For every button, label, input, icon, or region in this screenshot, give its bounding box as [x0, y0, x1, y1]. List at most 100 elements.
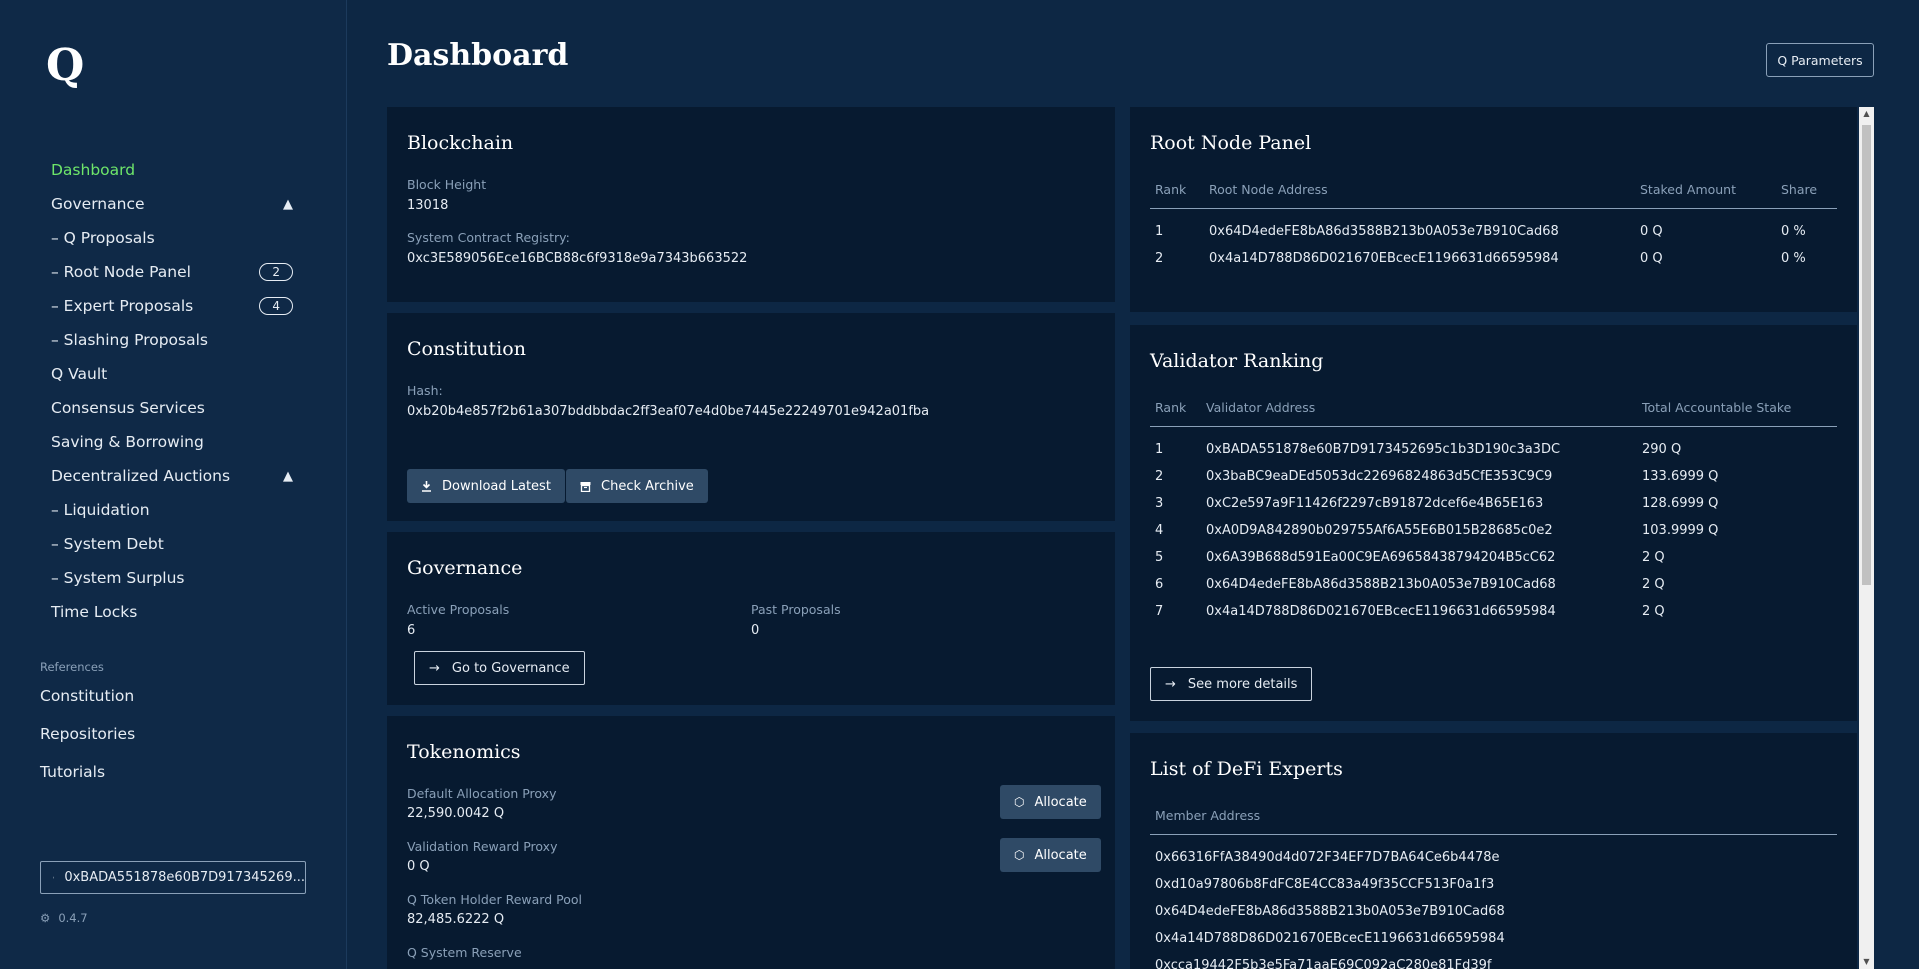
- button-label: Download Latest: [442, 478, 551, 494]
- count-badge: 2: [259, 263, 293, 281]
- nav-liquidation[interactable]: – Liquidation: [0, 493, 347, 527]
- nav-label: Decentralized Auctions: [51, 467, 231, 485]
- cell-address[interactable]: 0xA0D9A842890b029755Af6A55E6B015B28685c0…: [1201, 517, 1637, 544]
- button-label: Allocate: [1034, 847, 1087, 863]
- scroll-down-arrow-icon[interactable]: ▼: [1859, 955, 1874, 969]
- nav-label: Consensus Services: [51, 399, 205, 417]
- cell-address[interactable]: 0x64D4edeFE8bA86d3588B213b0A053e7B910Cad…: [1201, 571, 1637, 598]
- nav-label: – Liquidation: [51, 501, 150, 519]
- table-row: 0x66316FfA38490d4d072F34EF7D7BA64Ce6b447…: [1150, 834, 1837, 871]
- nav-root-node-panel[interactable]: – Root Node Panel 2: [0, 255, 347, 289]
- nav-consensus-services[interactable]: Consensus Services: [0, 391, 347, 425]
- nav-label: – System Debt: [51, 535, 164, 553]
- past-proposals-label: Past Proposals: [751, 602, 841, 617]
- governance-card: Governance Active Proposals 6 Past Propo…: [387, 532, 1115, 705]
- cell-address[interactable]: 0x4a14D788D86D021670EBcecE1196631d665959…: [1150, 925, 1837, 952]
- cell-address[interactable]: 0xBADA551878e60B7D9173452695c1b3D190c3a3…: [1201, 426, 1637, 463]
- button-label: Go to Governance: [451, 660, 570, 676]
- active-proposals-label: Active Proposals: [407, 602, 510, 617]
- ref-link-repositories[interactable]: Repositories: [0, 715, 347, 753]
- download-icon: [422, 480, 431, 492]
- cell-stake: 2 Q: [1642, 550, 1665, 565]
- cell-address[interactable]: 0xcca19442F5b3e5Fa71aaE69C092aC280e81Fd3…: [1150, 952, 1837, 969]
- nav-label: Saving & Borrowing: [51, 433, 204, 451]
- table-row: 0xcca19442F5b3e5Fa71aaE69C092aC280e81Fd3…: [1150, 952, 1837, 969]
- cell-address[interactable]: 0x66316FfA38490d4d072F34EF7D7BA64Ce6b447…: [1150, 834, 1837, 871]
- chevron-up-icon[interactable]: ▲: [283, 469, 293, 484]
- count-badge: 4: [259, 297, 293, 315]
- allocate-button[interactable]: ⬡ Allocate: [1000, 838, 1101, 872]
- nav-system-surplus[interactable]: – System Surplus: [0, 561, 347, 595]
- gear-icon: ⚙: [40, 911, 51, 925]
- nav-slashing-proposals[interactable]: – Slashing Proposals: [0, 323, 347, 357]
- experts-table: Member Address 0x66316FfA38490d4d072F34E…: [1150, 797, 1837, 969]
- nav-saving-borrowing[interactable]: Saving & Borrowing: [0, 425, 347, 459]
- nav-decentralized-auctions[interactable]: Decentralized Auctions ▲: [0, 459, 347, 493]
- cell-address[interactable]: 0x64D4edeFE8bA86d3588B213b0A053e7B910Cad…: [1204, 208, 1635, 245]
- nav-label: – Q Proposals: [51, 229, 155, 247]
- validator-ranking-card: Validator Ranking Rank Validator Address…: [1130, 325, 1857, 721]
- reference-links: Constitution Repositories Tutorials: [0, 677, 347, 791]
- cell-rank: 2: [1155, 469, 1164, 484]
- cell-address[interactable]: 0xC2e597a9F11426f2297cB91872dcef6e4B65E1…: [1201, 490, 1637, 517]
- col-header: Rank: [1150, 389, 1201, 427]
- card-title: Blockchain: [407, 132, 514, 154]
- nav-expert-proposals[interactable]: – Expert Proposals 4: [0, 289, 347, 323]
- nav-dashboard[interactable]: Dashboard: [0, 153, 347, 187]
- cell-address[interactable]: 0x4a14D788D86D021670EBcecE1196631d665959…: [1204, 245, 1635, 272]
- table-header-row: Rank Validator Address Total Accountable…: [1150, 389, 1837, 427]
- download-latest-button[interactable]: Download Latest: [407, 469, 565, 503]
- cell-share: 0 %: [1781, 224, 1806, 240]
- blockchain-card: Blockchain Block Height 13018 System Con…: [387, 107, 1115, 302]
- nav-time-locks[interactable]: Time Locks: [0, 595, 347, 629]
- token-item-value: 82,485.6222 Q: [407, 912, 505, 927]
- col-header: Root Node Address: [1204, 171, 1635, 209]
- cell-address[interactable]: 0x3baBC9eaDEd5053dc22696824863d5CfE353C9…: [1201, 463, 1637, 490]
- card-title: Validator Ranking: [1150, 350, 1324, 372]
- table-row: 3 0xC2e597a9F11426f2297cB91872dcef6e4B65E…: [1150, 490, 1837, 517]
- nav-q-vault[interactable]: Q Vault: [0, 357, 347, 391]
- references-label: References: [40, 660, 104, 674]
- table-row: 2 0x4a14D788D86D021670EBcecE1196631d6659…: [1150, 245, 1837, 272]
- ref-link-constitution[interactable]: Constitution: [0, 677, 347, 715]
- wallet-address: 0xBADA551878e60B7D917345269...: [64, 870, 305, 885]
- main-scrollbar[interactable]: ▲ ▼: [1859, 107, 1874, 969]
- nav-label: – Expert Proposals: [51, 297, 194, 315]
- cell-staked: 0 Q: [1640, 224, 1663, 240]
- cell-stake: 2 Q: [1642, 604, 1665, 619]
- nav-governance[interactable]: Governance ▲: [0, 187, 347, 221]
- archive-icon: [580, 481, 591, 492]
- cell-address[interactable]: 0x6A39B688d591Ea00C9EA69658438794204B5cC…: [1201, 544, 1637, 571]
- cell-address[interactable]: 0x64D4edeFE8bA86d3588B213b0A053e7B910Cad…: [1150, 898, 1837, 925]
- cell-rank: 3: [1155, 496, 1164, 511]
- col-header: Total Accountable Stake: [1637, 389, 1837, 427]
- hash-value: 0xb20b4e857f2b61a307bddbbdac2ff3eaf07e4d…: [407, 404, 930, 419]
- table-row: 0x64D4edeFE8bA86d3588B213b0A053e7B910Cad…: [1150, 898, 1837, 925]
- cell-address[interactable]: 0x4a14D788D86D021670EBcecE1196631d665959…: [1201, 598, 1637, 625]
- scroll-up-arrow-icon[interactable]: ▲: [1859, 107, 1874, 121]
- nav-q-proposals[interactable]: – Q Proposals: [0, 221, 347, 255]
- arrow-right-icon: →: [1165, 676, 1176, 692]
- allocate-button[interactable]: ⬡ Allocate: [1000, 785, 1101, 819]
- see-more-details-button[interactable]: → See more details: [1150, 667, 1313, 701]
- cell-address[interactable]: 0xd10a97806b8FdFC8E4CC83a49f35CCF513F0a1…: [1150, 871, 1837, 898]
- q-logo[interactable]: Q: [46, 40, 84, 91]
- nav-system-debt[interactable]: – System Debt: [0, 527, 347, 561]
- ref-link-tutorials[interactable]: Tutorials: [0, 753, 347, 791]
- registry-label: System Contract Registry:: [407, 230, 570, 245]
- root-node-table: Rank Root Node Address Staked Amount Sha…: [1150, 171, 1837, 272]
- nav-label: – Root Node Panel: [51, 263, 191, 281]
- table-row: 0xd10a97806b8FdFC8E4CC83a49f35CCF513F0a1…: [1150, 871, 1837, 898]
- card-title: Constitution: [407, 338, 526, 360]
- scrollbar-thumb[interactable]: [1862, 125, 1871, 585]
- check-archive-button[interactable]: Check Archive: [566, 469, 708, 503]
- defi-experts-card: List of DeFi Experts Member Address 0x66…: [1130, 733, 1857, 969]
- page-title: Dashboard: [387, 38, 569, 73]
- nav-label: – System Surplus: [51, 569, 185, 587]
- arrow-right-icon: →: [429, 660, 440, 676]
- chevron-up-icon[interactable]: ▲: [283, 197, 293, 212]
- wallet-address-button[interactable]: 0xBADA551878e60B7D917345269...: [40, 861, 306, 894]
- q-parameters-button[interactable]: Q Parameters: [1766, 43, 1874, 77]
- col-header: Staked Amount: [1635, 171, 1776, 209]
- go-to-governance-button[interactable]: → Go to Governance: [414, 651, 585, 685]
